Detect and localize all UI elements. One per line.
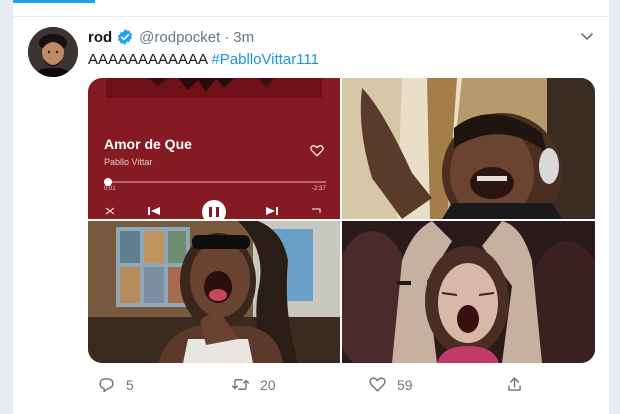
tweet-body: AAAAAAAAAAAA (88, 51, 208, 68)
media-photo-screaming-sunglasses[interactable] (88, 221, 340, 363)
chevron-down-icon[interactable] (579, 28, 595, 44)
tweet-header: rod @rodpocket · 3m (88, 27, 254, 47)
elapsed-time: 0:01 (104, 186, 116, 192)
media-photo-crying-headphones[interactable] (342, 78, 595, 219)
tweet-card[interactable]: rod @rodpocket · 3m AAAAAAAAAAAA #Pabllo… (12, 0, 611, 414)
hashtag-link[interactable]: #PablloVittar111 (211, 51, 319, 68)
reply-button[interactable]: 5 (97, 375, 134, 394)
player-controls (105, 200, 321, 219)
shuffle-icon (105, 207, 115, 215)
repeat-icon (312, 208, 321, 213)
tweet-text: AAAAAAAAAAAA #PablloVittar111 (88, 50, 319, 70)
next-icon (266, 207, 278, 215)
remaining-time: -2:37 (312, 186, 326, 192)
previous-icon (148, 207, 160, 215)
user-handle[interactable]: @rodpocket (139, 29, 220, 46)
retweet-button[interactable]: 20 (231, 375, 276, 394)
heart-outline-icon (310, 145, 324, 157)
like-button[interactable]: 59 (368, 375, 413, 394)
active-tab-indicator (13, 0, 95, 3)
album-art-strip (106, 78, 322, 98)
reply-count: 5 (126, 376, 134, 393)
reply-icon (99, 378, 114, 393)
retweet-icon (231, 379, 250, 390)
separator-dot: · (224, 28, 230, 46)
avatar[interactable] (28, 27, 78, 77)
song-title: Amor de Que (104, 136, 192, 152)
media-photo-music-player[interactable]: Amor de Que Pabllo Vittar 0:01 -2:37 (88, 78, 340, 219)
heart-icon (369, 377, 386, 392)
media-photo-screaming-crowd[interactable] (342, 221, 595, 363)
tweet-actions: 5 20 59 (88, 375, 568, 401)
share-icon (508, 377, 521, 391)
playback-progress-bar (104, 178, 326, 186)
verified-badge-icon (118, 29, 133, 45)
play-pause-icon (202, 200, 226, 219)
timestamp[interactable]: 3m (233, 29, 254, 46)
share-button[interactable] (505, 375, 524, 394)
song-artist: Pabllo Vittar (104, 157, 153, 167)
divider (13, 16, 611, 17)
retweet-count: 20 (260, 376, 276, 393)
media-grid: Amor de Que Pabllo Vittar 0:01 -2:37 (88, 78, 595, 363)
like-count: 59 (397, 376, 413, 393)
display-name[interactable]: rod (88, 29, 112, 46)
